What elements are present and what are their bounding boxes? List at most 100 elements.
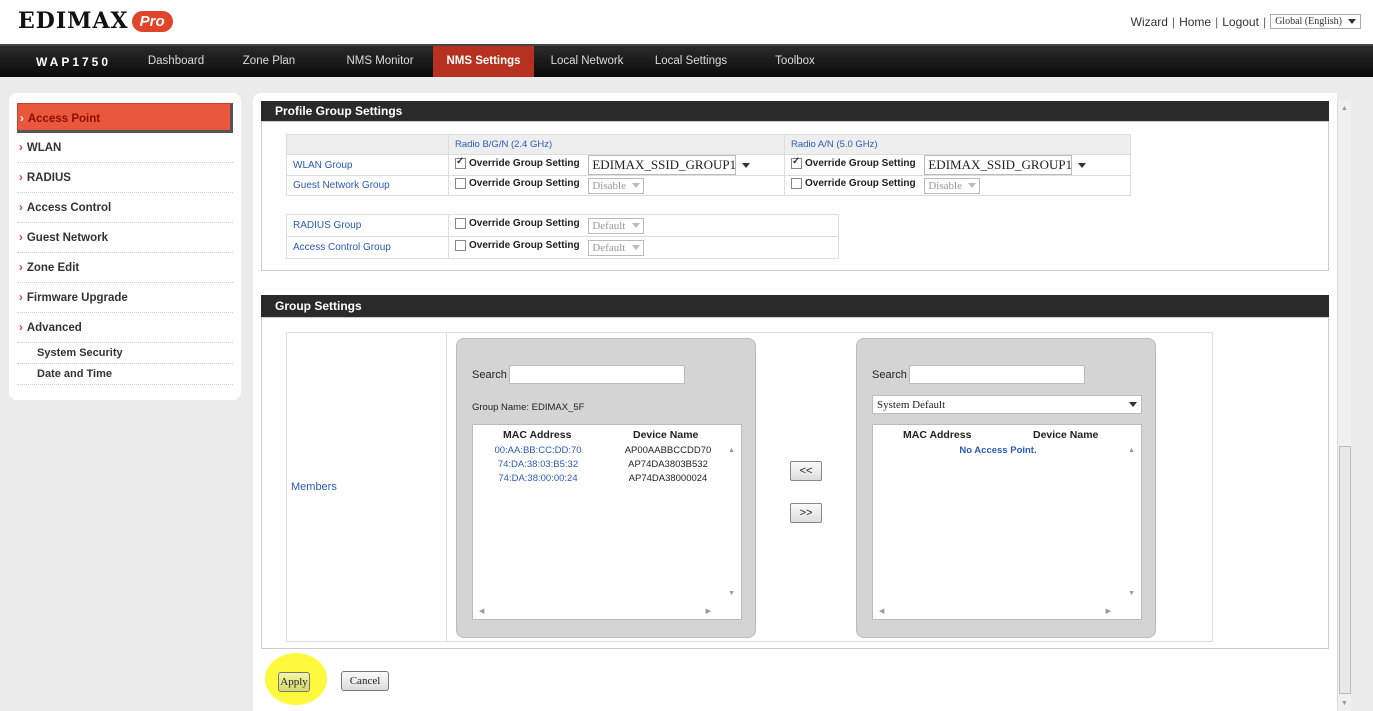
nav-local-settings[interactable]: Local Settings [646, 46, 736, 77]
scroll-up-icon[interactable]: ▲ [1341, 105, 1348, 112]
override-checkbox-access-control[interactable]: Override Group Setting [455, 239, 580, 251]
override-label: Override Group Setting [469, 217, 580, 229]
override-checkbox-5[interactable]: Override Group Setting [791, 177, 916, 189]
checkbox[interactable] [455, 177, 466, 189]
move-left-button[interactable]: << [790, 461, 822, 481]
checkbox[interactable] [791, 156, 802, 169]
row-label: Access Control Group [286, 236, 449, 259]
select-value: Default [592, 219, 626, 232]
group-section-box: Members Search Group Name: EDIMAX_5F MAC… [261, 317, 1329, 649]
profile-section-box: Radio B/G/N (2.4 GHz) Radio A/N (5.0 GHz… [261, 121, 1329, 271]
nav-nms-monitor[interactable]: NMS Monitor [338, 46, 422, 77]
logo-text: EDIMAX [18, 8, 129, 34]
sidebar-item-access-point[interactable]: › Access Point [17, 103, 233, 133]
scroll-down-icon[interactable]: ▼ [728, 590, 735, 597]
override-label: Override Group Setting [469, 158, 580, 169]
nav-toolbox[interactable]: Toolbox [770, 46, 820, 77]
wlan-group-select-5[interactable]: EDIMAX_SSID_GROUP1 [924, 155, 1087, 175]
sidebar-item-label: RADIUS [26, 172, 71, 184]
override-checkbox-radius[interactable]: Override Group Setting [455, 217, 580, 229]
list-item-mac[interactable]: 74:DA:38:00:00:24 [478, 473, 598, 484]
top-header: EDIMAX Pro Wizard | Home | Logout | Glob… [0, 0, 1373, 44]
logout-link[interactable]: Logout [1222, 15, 1259, 29]
group-ap-list[interactable]: MAC Address Device Name 00:AA:BB:CC:DD:7… [472, 424, 742, 620]
list-item-name[interactable]: AP74DA38000024 [618, 473, 718, 484]
top-links: Wizard | Home | Logout | Global (English… [1131, 14, 1361, 29]
nav-zone-plan[interactable]: Zone Plan [236, 46, 302, 77]
checkbox[interactable] [455, 217, 466, 229]
scroll-down-icon[interactable]: ▼ [1341, 700, 1348, 707]
wlan-group-select-24[interactable]: EDIMAX_SSID_GROUP1 [588, 155, 751, 175]
nav-dashboard[interactable]: Dashboard [134, 46, 218, 77]
zone-select[interactable]: System Default [872, 395, 1142, 414]
language-select[interactable]: Global (English) [1270, 14, 1361, 29]
sidebar-item-label: Guest Network [26, 232, 109, 244]
guest-group-select-24: Disable [588, 177, 645, 194]
scroll-left-icon[interactable]: ◀ [879, 607, 884, 615]
radius-group-select: Default [588, 217, 645, 234]
override-label: Override Group Setting [805, 158, 916, 169]
page-scrollbar[interactable]: ▲ ▼ [1337, 101, 1351, 711]
sidebar-item-label: Firmware Upgrade [26, 292, 128, 304]
override-checkbox-24[interactable]: Override Group Setting [455, 156, 580, 169]
nav-nms-settings[interactable]: NMS Settings [433, 46, 534, 77]
sidebar-subitem-system-security[interactable]: System Security [17, 343, 233, 364]
available-ap-list[interactable]: MAC Address Device Name No Access Point.… [872, 424, 1142, 620]
chevron-down-icon [1078, 162, 1087, 168]
list-item-mac[interactable]: 74:DA:38:03:B5:32 [478, 459, 598, 470]
chevron-down-icon [1129, 402, 1137, 407]
available-aps-panel: Search System Default MAC Address Device… [856, 338, 1156, 638]
cancel-button[interactable]: Cancel [341, 671, 389, 691]
edimax-logo[interactable]: EDIMAX Pro [18, 8, 173, 34]
scroll-left-icon[interactable]: ◀ [479, 607, 484, 615]
scroll-right-icon[interactable]: ▶ [1106, 607, 1111, 615]
scrollbar-thumb[interactable] [1339, 446, 1351, 694]
checkbox[interactable] [791, 177, 802, 189]
chevron-down-icon [742, 162, 751, 168]
sidebar-item-label: Access Control [26, 202, 112, 214]
link-separator: | [1262, 14, 1267, 29]
language-value: Global (English) [1275, 16, 1342, 27]
empty-list-text: No Access Point. [959, 445, 1037, 456]
apply-button[interactable]: Apply [278, 672, 310, 692]
override-label: Override Group Setting [805, 177, 916, 189]
available-search-input[interactable] [909, 365, 1085, 384]
home-link[interactable]: Home [1179, 15, 1211, 29]
sidebar-item-advanced[interactable]: › Advanced [17, 313, 233, 343]
select-value: Disable [592, 179, 626, 192]
sidebar-item-label: WLAN [26, 142, 62, 154]
row-label: RADIUS Group [286, 214, 449, 237]
sidebar-item-firmware-upgrade[interactable]: › Firmware Upgrade [17, 283, 233, 313]
wizard-link[interactable]: Wizard [1131, 15, 1168, 29]
checkbox[interactable] [455, 239, 466, 251]
sidebar-item-radius[interactable]: › RADIUS [17, 163, 233, 193]
chevron-right-icon: › [19, 142, 23, 154]
override-checkbox-5[interactable]: Override Group Setting [791, 156, 916, 169]
list-item-mac[interactable]: 00:AA:BB:CC:DD:70 [478, 445, 598, 456]
sidebar-item-access-control[interactable]: › Access Control [17, 193, 233, 223]
sidebar-item-wlan[interactable]: › WLAN [17, 133, 233, 163]
group-search-input[interactable] [509, 365, 685, 384]
scroll-up-icon[interactable]: ▲ [728, 447, 735, 454]
group-name-text: Group Name: EDIMAX_5F [472, 402, 585, 413]
list-item-name[interactable]: AP00AABBCCDD70 [618, 445, 718, 456]
chevron-down-icon [632, 245, 641, 250]
members-label: Members [286, 332, 447, 642]
sidebar-item-zone-edit[interactable]: › Zone Edit [17, 253, 233, 283]
override-label: Override Group Setting [469, 177, 580, 189]
sidebar-item-label: Advanced [26, 322, 82, 334]
checkbox[interactable] [455, 156, 466, 169]
scroll-up-icon[interactable]: ▲ [1128, 447, 1135, 454]
chevron-down-icon [968, 183, 977, 188]
list-item-name[interactable]: AP74DA3803B532 [618, 459, 718, 470]
scroll-right-icon[interactable]: ▶ [706, 607, 711, 615]
move-right-button[interactable]: >> [790, 503, 822, 523]
sidebar-item-guest-network[interactable]: › Guest Network [17, 223, 233, 253]
nav-local-network[interactable]: Local Network [543, 46, 631, 77]
col-device-name: Device Name [1033, 429, 1099, 441]
group-members-panel: Search Group Name: EDIMAX_5F MAC Address… [456, 338, 756, 638]
sidebar-item-label: Zone Edit [26, 262, 80, 274]
scroll-down-icon[interactable]: ▼ [1128, 590, 1135, 597]
sidebar-subitem-date-time[interactable]: Date and Time [17, 364, 233, 385]
override-checkbox-24[interactable]: Override Group Setting [455, 177, 580, 189]
